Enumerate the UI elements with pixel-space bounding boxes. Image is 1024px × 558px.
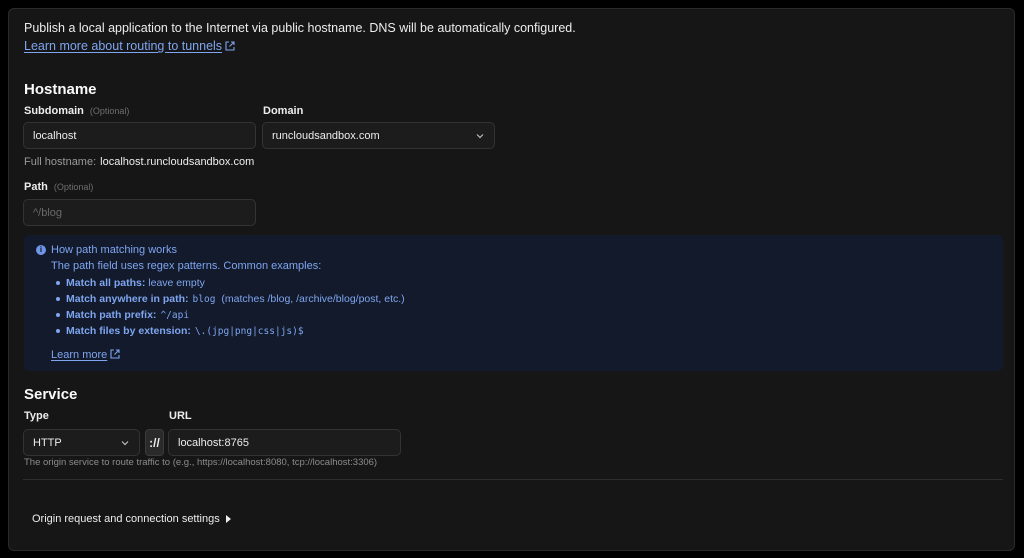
path-label-text: Path <box>24 181 48 193</box>
example-text: (matches /blog, /archive/blog/post, etc.… <box>221 293 405 305</box>
example-label: Match files by extension: <box>66 325 191 337</box>
example-label: Match path prefix: <box>66 309 157 321</box>
chevron-down-icon <box>121 440 129 445</box>
example-code: ^/api <box>160 310 190 321</box>
path-input[interactable] <box>23 199 256 226</box>
external-link-icon <box>225 41 235 51</box>
full-hostname-label: Full hostname: <box>24 156 97 168</box>
service-url-input[interactable] <box>168 429 401 456</box>
url-label: URL <box>169 410 192 422</box>
path-optional: (Optional) <box>53 182 94 192</box>
info-example-anywhere: Match anywhere in path: blog (matches /blo… <box>56 291 405 307</box>
divider <box>23 479 1003 480</box>
example-text: leave empty <box>148 277 205 289</box>
domain-label: Domain <box>263 105 304 117</box>
full-hostname-value: localhost.runcloudsandbox.com <box>100 156 255 168</box>
path-matching-info: i How path matching works The path field… <box>24 235 1003 371</box>
info-example-extension: Match files by extension: \.(jpg|png|css|… <box>56 323 405 339</box>
external-link-icon <box>110 349 120 359</box>
subdomain-label-text: Subdomain <box>24 105 84 117</box>
intro-text: Publish a local application to the Inter… <box>24 21 576 35</box>
info-learn-more-link[interactable]: Learn more <box>51 349 120 361</box>
service-hint: The origin service to route traffic to (… <box>24 457 378 468</box>
learn-routing-link-text[interactable]: Learn more about routing to tunnels <box>24 39 222 53</box>
info-learn-more-text[interactable]: Learn more <box>51 349 107 361</box>
info-subtitle: The path field uses regex patterns. Comm… <box>51 260 322 272</box>
scheme-separator: :// <box>145 429 164 456</box>
learn-routing-link[interactable]: Learn more about routing to tunnels <box>24 39 235 53</box>
subdomain-label: Subdomain (Optional) <box>24 105 129 117</box>
service-heading: Service <box>24 386 78 403</box>
origin-settings-label: Origin request and connection settings <box>32 513 220 525</box>
domain-select[interactable]: runcloudsandbox.com <box>262 122 495 149</box>
subdomain-optional: (Optional) <box>89 106 130 116</box>
type-label: Type <box>24 410 49 422</box>
example-code: \.(jpg|png|css|js)$ <box>194 326 304 337</box>
origin-settings-toggle[interactable]: Origin request and connection settings <box>32 513 231 525</box>
subdomain-input[interactable] <box>23 122 256 149</box>
example-label: Match all paths: <box>66 277 146 289</box>
path-label: Path (Optional) <box>24 181 93 193</box>
tunnel-route-panel: Publish a local application to the Inter… <box>8 8 1015 551</box>
info-icon: i <box>36 245 46 255</box>
full-hostname: Full hostname: localhost.runcloudsandbox.… <box>24 156 254 168</box>
chevron-down-icon <box>476 133 484 138</box>
info-example-all: Match all paths: leave empty <box>56 275 405 291</box>
service-type-value: HTTP <box>33 436 62 449</box>
service-type-select[interactable]: HTTP <box>23 429 140 456</box>
info-title: How path matching works <box>51 244 177 256</box>
domain-select-value: runcloudsandbox.com <box>272 129 380 142</box>
caret-right-icon <box>225 515 231 523</box>
info-examples-list: Match all paths: leave empty Match anywh… <box>56 275 405 339</box>
example-code: blog <box>192 294 216 305</box>
example-label: Match anywhere in path: <box>66 293 189 305</box>
hostname-heading: Hostname <box>24 81 97 98</box>
info-example-prefix: Match path prefix: ^/api <box>56 307 405 323</box>
